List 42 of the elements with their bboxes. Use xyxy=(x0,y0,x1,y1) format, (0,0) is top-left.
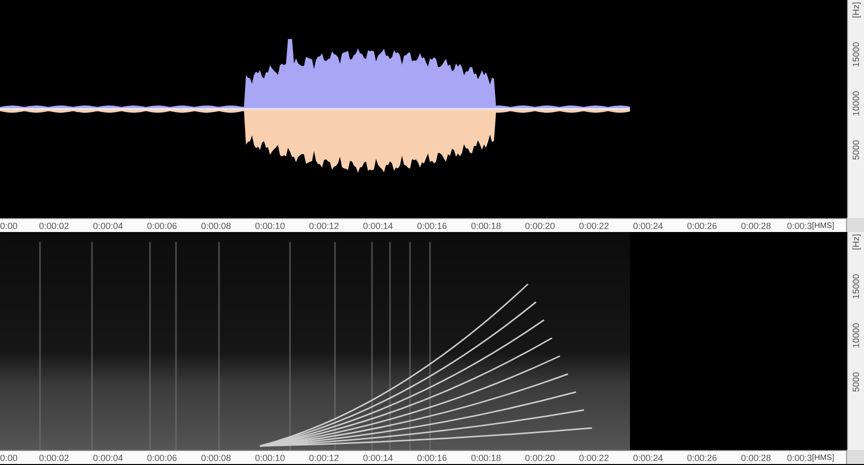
time-label: 0:00:12 xyxy=(308,452,340,462)
time-label: 0:00:14 xyxy=(362,220,394,230)
time-label: 0:00:12 xyxy=(308,220,340,230)
time-label: 0:00:18 xyxy=(470,452,502,462)
time-label: 0:00:3 xyxy=(786,220,812,230)
time-label: 0:00:10 xyxy=(254,452,286,462)
time-label: 0:00:3 xyxy=(786,452,812,462)
time-label: 0:00 xyxy=(0,452,19,462)
frequency-unit-label: [Hz] xyxy=(850,2,862,18)
frequency-unit-label: [Hz] xyxy=(850,234,862,250)
frequency-label: 15000 xyxy=(850,42,862,68)
time-label: 0:00:02 xyxy=(38,220,70,230)
time-label: 0:00:22 xyxy=(578,452,610,462)
time-label: 0:00:04 xyxy=(92,220,124,230)
time-label: 0:00:20 xyxy=(524,220,556,230)
frequency-label: 5000 xyxy=(850,140,862,160)
time-label: 0:00:26 xyxy=(686,220,718,230)
time-label: 0:00:06 xyxy=(146,220,178,230)
time-label: 0:00:20 xyxy=(524,452,556,462)
time-label: 0:00:16 xyxy=(416,452,448,462)
time-label: 0:00:08 xyxy=(200,220,232,230)
time-label: 0:00:14 xyxy=(362,452,394,462)
frequency-label: 10000 xyxy=(850,323,862,348)
time-label: 0:00:26 xyxy=(686,452,718,462)
time-label: 0:00:24 xyxy=(632,452,664,462)
time-label: 0:00:16 xyxy=(416,220,448,230)
time-label: 0:00:28 xyxy=(740,220,772,230)
time-label: 0:00:24 xyxy=(632,220,664,230)
time-label: 0:00:04 xyxy=(92,452,124,462)
time-label: 0:00:22 xyxy=(578,220,610,230)
time-label: 0:00:08 xyxy=(200,452,232,462)
time-label: 0:00 xyxy=(0,220,19,230)
time-label: 0:00:02 xyxy=(38,452,70,462)
frequency-label: 5000 xyxy=(850,372,862,392)
frequency-label: 10000 xyxy=(850,91,862,116)
time-label: 0:00:28 xyxy=(740,452,772,462)
time-unit-label: [HMS] xyxy=(812,453,834,462)
frequency-label: 15000 xyxy=(850,274,862,300)
time-label: 0:00:18 xyxy=(470,220,502,230)
time-label: 0:00:10 xyxy=(254,220,286,230)
time-label: 0:00:06 xyxy=(146,452,178,462)
time-unit-label: [HMS] xyxy=(812,221,834,230)
